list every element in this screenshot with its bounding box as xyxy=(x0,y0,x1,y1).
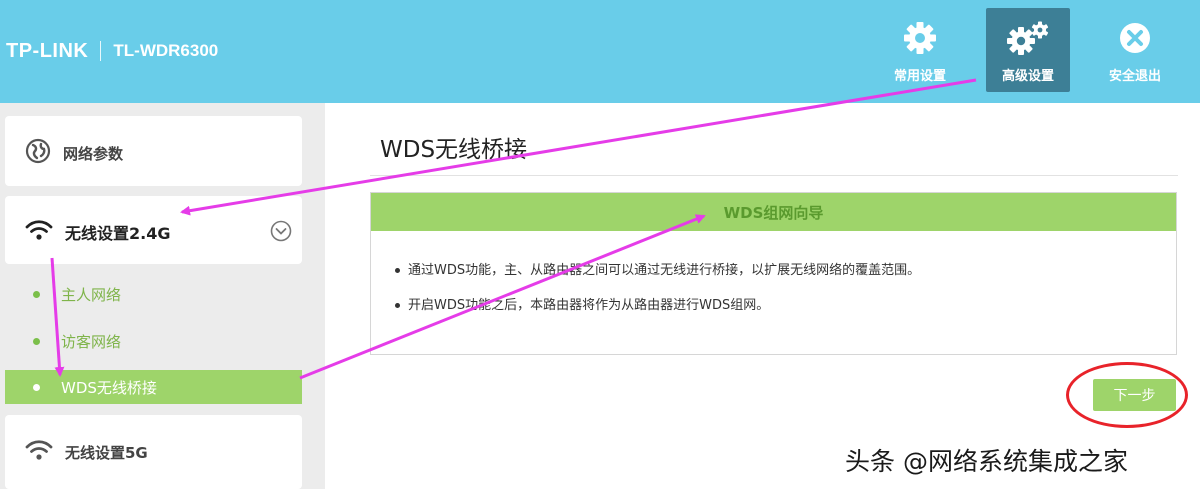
logo-divider xyxy=(100,41,102,61)
nav-logout-label: 安全退出 xyxy=(1108,69,1161,84)
bullet-dot xyxy=(33,337,40,345)
sidebar-subitem-guest-network[interactable]: 访客网络 xyxy=(5,324,302,358)
brand-logo: TP-LINK xyxy=(6,39,89,62)
bullet-dot xyxy=(33,383,40,391)
wifi-icon xyxy=(25,219,53,245)
gear-icon xyxy=(878,20,962,56)
logo: TP-LINK TL-WDR6300 xyxy=(6,38,218,64)
nav-common-label: 常用设置 xyxy=(893,69,946,84)
gears-icon xyxy=(986,20,1070,56)
sidebar-subitem-label: WDS无线桥接 xyxy=(61,378,157,397)
sidebar-subitem-label: 主人网络 xyxy=(61,285,122,304)
sidebar-subitem-label: 访客网络 xyxy=(61,332,122,351)
panel-header: WDS组网向导 xyxy=(371,193,1176,231)
wds-wizard-panel: WDS组网向导 通过WDS功能，主、从路由器之间可以通过无线进行桥接，以扩展无线… xyxy=(370,192,1177,355)
sidebar-item-wireless-24g[interactable]: 无线设置2.4G xyxy=(5,196,302,264)
wifi-icon xyxy=(25,439,53,465)
sidebar-subitem-host-network[interactable]: 主人网络 xyxy=(5,277,302,311)
nav-advanced-settings[interactable]: 高级设置 xyxy=(986,8,1070,92)
panel-heading: WDS组网向导 xyxy=(723,203,824,222)
sidebar-item-label: 无线设置5G xyxy=(65,443,148,462)
sidebar: 网络参数 无线设置2.4G 主人网络 访客网络 WDS无线桥接 无线设置5G xyxy=(0,103,325,489)
page-title: WDS无线桥接 xyxy=(380,137,528,163)
sidebar-subitem-wds-bridge[interactable]: WDS无线桥接 xyxy=(5,370,302,404)
sidebar-item-label: 网络参数 xyxy=(63,144,124,163)
nav-advanced-label: 高级设置 xyxy=(1001,69,1054,84)
watermark: 头条 @网络系统集成之家 xyxy=(845,447,1128,476)
list-item: 开启WDS功能之后，本路由器将作为从路由器进行WDS组网。 xyxy=(395,296,920,316)
chevron-down-icon[interactable] xyxy=(270,220,292,246)
sidebar-item-wireless-5g[interactable]: 无线设置5G xyxy=(5,415,302,489)
model-name: TL-WDR6300 xyxy=(113,41,219,60)
list-item: 通过WDS功能，主、从路由器之间可以通过无线进行桥接，以扩展无线网络的覆盖范围。 xyxy=(395,261,920,281)
nav-logout[interactable]: 安全退出 xyxy=(1093,8,1177,92)
title-divider xyxy=(370,175,1178,176)
sidebar-item-label: 无线设置2.4G xyxy=(65,224,171,243)
close-circle-icon xyxy=(1093,20,1177,56)
globe-icon xyxy=(25,138,51,168)
nav-common-settings[interactable]: 常用设置 xyxy=(878,8,962,92)
sidebar-item-network[interactable]: 网络参数 xyxy=(5,116,302,186)
annotation-circle xyxy=(1066,362,1188,428)
info-list: 通过WDS功能，主、从路由器之间可以通过无线进行桥接，以扩展无线网络的覆盖范围。… xyxy=(395,261,920,331)
bullet-dot xyxy=(33,290,40,298)
top-header: TP-LINK TL-WDR6300 常用设置 高级设置 安全退出 xyxy=(0,0,1200,103)
